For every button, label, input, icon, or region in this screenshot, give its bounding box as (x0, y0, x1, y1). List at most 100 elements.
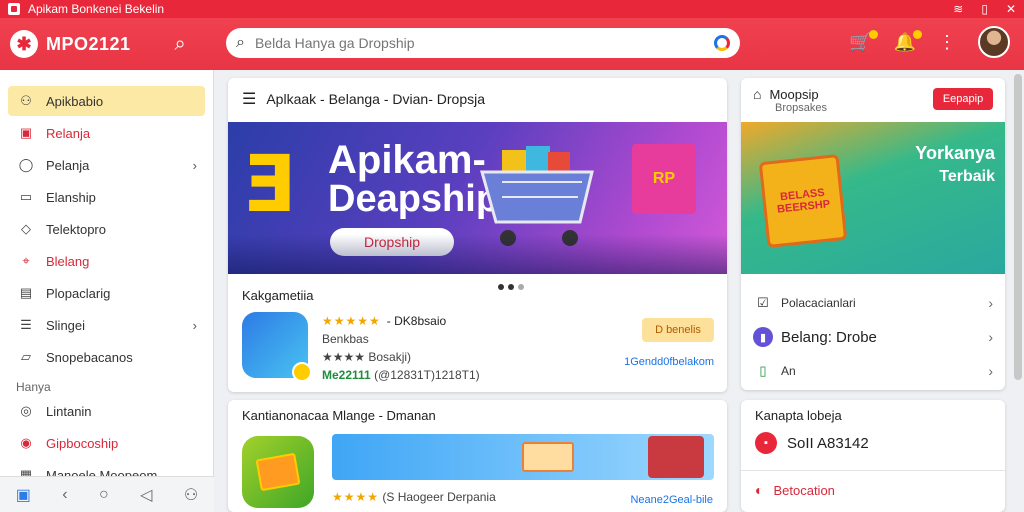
sidebar-item-blelang[interactable]: ⌖ Blelang (8, 246, 205, 276)
search-icon[interactable]: ⌕ (175, 33, 186, 56)
rating-stars: ★★★★ (332, 490, 380, 504)
app-link[interactable]: Neane2Geal-bile (630, 494, 713, 506)
back-icon[interactable]: ‹ (62, 486, 67, 504)
promo-banner[interactable]: BELASS BEERSHP Yorkanya Terbaik (741, 122, 1005, 274)
more-icon[interactable]: ⋮ (938, 32, 956, 53)
sidebar-item-apikbabio[interactable]: ⚇ Apikbabio (8, 86, 205, 116)
brand-logo-icon[interactable]: ✱ (10, 30, 38, 58)
scrollbar[interactable] (1014, 74, 1022, 380)
banner-skyline (228, 234, 727, 274)
sidebar: ⚇ Apikbabio ▣ Relanja ◯ Pelanja › ▭ Elan… (0, 70, 214, 512)
phone-icon: ▯ (759, 363, 767, 378)
card-title: Kanapta lobeja (755, 408, 842, 423)
sidebar-item-label: Blelang (46, 253, 90, 269)
promo-strip[interactable] (332, 434, 714, 480)
shopping-bag-icon: RP (632, 144, 696, 214)
app-launcher-icon[interactable]: ▣ (16, 485, 31, 505)
sidebar-item-snopebacanos[interactable]: ▱ Snopebacanos (8, 342, 205, 372)
search-icon: ⌕ (236, 34, 245, 51)
info-row: ▪ SoII A83142 (755, 432, 869, 454)
sidebar-item-label: Apikbabio (46, 93, 104, 109)
wifi-icon: ≋ (953, 2, 964, 16)
sidebar-item-elanship[interactable]: ▭ Elanship (8, 182, 205, 212)
dropship-button[interactable]: Eepapip (933, 88, 993, 110)
nav-bar: ▣ ‹ ○ ◁ ⚇ (0, 476, 214, 512)
app-icon[interactable] (242, 312, 312, 382)
profile-icon[interactable]: ⚇ (184, 485, 198, 505)
box-icon: ▣ (19, 125, 33, 140)
globe-icon: ◎ (20, 403, 32, 418)
secondary-card: Kantianonacaa Mlange - Dmanan ★★★★ (S Ha… (228, 400, 727, 512)
menu-icon[interactable]: ☰ (242, 89, 256, 109)
chat-icon: ◉ (20, 435, 32, 450)
check-icon: ☑ (757, 295, 769, 310)
carousel-dot[interactable] (518, 284, 524, 290)
info-card: Kanapta lobeja ▪ SoII A83142 ◐ Betocatio… (741, 400, 1005, 512)
featured-card: ☰ Aplkaak - Belanga - Dvian- Dropsja Ǝ A… (228, 78, 727, 392)
sidebar-item-pelanja[interactable]: ◯ Pelanja › (8, 150, 205, 180)
promo-line2: Terbaik (939, 168, 995, 185)
card-header: ⌂ Moopsip Bropsakes (753, 86, 827, 114)
search-input[interactable] (254, 35, 714, 51)
notification-icon[interactable]: 🔔 (894, 29, 922, 53)
restore-icon[interactable]: ▯ (981, 2, 988, 16)
app-name: - DK8bsaio (386, 314, 447, 328)
location-icon: ⌖ (22, 253, 30, 268)
chevron-right-icon: › (988, 295, 993, 311)
brand-name: MPO2121 (46, 33, 131, 54)
sidebar-item-label: Lintanin (46, 403, 92, 419)
promo-line1: Yorkanya (915, 143, 995, 163)
carousel-dot[interactable] (508, 284, 514, 290)
sidebar-item-gipbocoship[interactable]: ◉ Gipbocoship (8, 428, 205, 458)
home-icon: ⌂ (753, 86, 762, 102)
basket-icon (648, 436, 704, 478)
divider (741, 470, 1005, 471)
cart-icon[interactable]: 🛒 (849, 29, 878, 53)
sidebar-item-relanja[interactable]: ▣ Relanja (8, 118, 205, 148)
hero-banner[interactable]: Ǝ Apikam- Deapship Dropship RP (228, 122, 727, 274)
dropship-card: ⌂ Moopsip Bropsakes Eepapip BELASS BEERSH… (741, 78, 1005, 390)
chevron-right-icon: › (192, 317, 197, 333)
sidebar-item-label: Telektopro (46, 221, 106, 237)
close-icon[interactable]: ✕ (1006, 2, 1016, 16)
list-item[interactable]: ☑ Polacacianlari › (753, 288, 993, 318)
recent-icon[interactable]: ◁ (140, 485, 152, 505)
app-link[interactable]: 1Gendd0fbelakom (624, 356, 714, 368)
card-header: ☰ Aplkaak - Belanga - Dvian- Dropsja (228, 78, 727, 120)
folder-icon: ▱ (21, 349, 31, 364)
section-title: Kantianonacaa Mlange - Dmanan (242, 408, 436, 423)
rating-stars: ★★★★★ (322, 314, 381, 328)
avatar[interactable] (978, 26, 1010, 58)
app-sub2: ★★★★ Bosakji) (322, 350, 412, 364)
list-item-label: Polacacianlari (781, 296, 856, 310)
sidebar-item-label: Plopaclarig (46, 285, 111, 301)
app-info: ★★★★ (S Haogeer Derpania (332, 490, 496, 504)
sidebar-item-lintanin[interactable]: ◎ Lintanin (8, 396, 205, 426)
list-icon: ☰ (20, 317, 32, 332)
sidebar-item-label: Elanship (46, 189, 96, 205)
app-icon[interactable] (242, 436, 314, 508)
list-item[interactable]: ▯ An › (753, 356, 993, 386)
info-value: SoII A83142 (787, 434, 869, 452)
sidebar-item-label: Snopebacanos (46, 349, 133, 365)
location-icon: ◐ (755, 482, 764, 498)
carousel-dot[interactable] (498, 284, 504, 290)
carousel-dots[interactable] (498, 284, 524, 290)
user-icon: ⚇ (20, 93, 32, 108)
sidebar-item-label: Relanja (46, 125, 91, 141)
sidebar-item-telektopro[interactable]: ◇ Telektopro (8, 214, 205, 244)
install-button[interactable]: D benelis (642, 318, 714, 342)
search-bar[interactable]: ⌕ (226, 28, 740, 58)
sidebar-item-plopaclarig[interactable]: ▤ Plopaclarig (8, 278, 205, 308)
sidebar-item-label: Gipbocoship (46, 435, 119, 451)
tag-icon: ◇ (21, 221, 31, 236)
location-link[interactable]: ◐ Betocation (755, 482, 835, 498)
banner-logo-icon: Ǝ (242, 140, 296, 230)
chevron-right-icon: › (192, 157, 197, 173)
sidebar-item-slingei[interactable]: ☰ Slingei › (8, 310, 205, 340)
lens-icon[interactable] (714, 35, 730, 51)
home-icon[interactable]: ○ (99, 486, 109, 504)
list-item[interactable]: ▮ Belang: Drobe › (753, 322, 993, 352)
app-list-item[interactable]: ★★★★★ - DK8bsaio Benkbas ★★★★ Bosakji) Me… (242, 312, 714, 382)
doc-icon: ▭ (19, 189, 33, 204)
